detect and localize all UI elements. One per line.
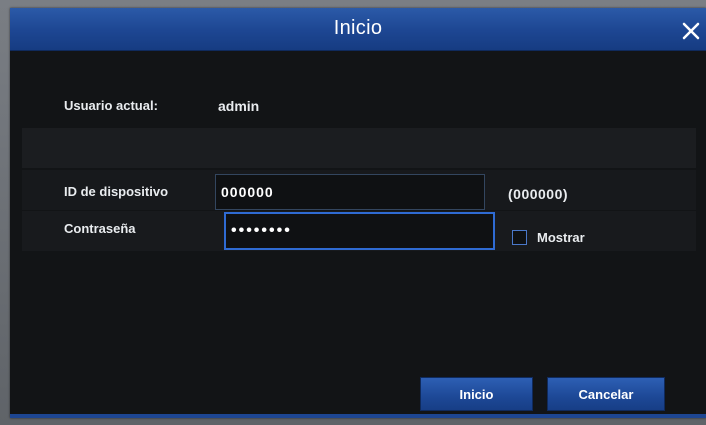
current-user-value: admin bbox=[218, 98, 260, 114]
password-label: Contraseña bbox=[64, 221, 136, 236]
close-button[interactable] bbox=[680, 20, 702, 42]
spacer-band bbox=[22, 128, 696, 168]
show-password-checkbox[interactable] bbox=[512, 230, 527, 245]
close-icon bbox=[682, 22, 700, 40]
device-id-hint: (000000) bbox=[508, 186, 569, 202]
login-button[interactable]: Inicio bbox=[420, 377, 533, 411]
cancel-button[interactable]: Cancelar bbox=[547, 377, 665, 411]
device-id-input[interactable]: 000000 bbox=[215, 174, 485, 210]
title-bar: Inicio bbox=[10, 8, 706, 51]
device-id-label: ID de dispositivo bbox=[64, 184, 169, 199]
login-dialog: Inicio Usuario actual: admin ID de dispo… bbox=[10, 8, 706, 418]
dialog-title: Inicio bbox=[333, 17, 383, 39]
show-password-label[interactable]: Mostrar bbox=[537, 230, 585, 245]
current-user-label: Usuario actual: bbox=[64, 98, 158, 113]
password-input[interactable]: •••••••• bbox=[224, 212, 495, 250]
screen-background: Inicio Usuario actual: admin ID de dispo… bbox=[0, 0, 706, 425]
bottom-accent-line bbox=[10, 414, 706, 418]
